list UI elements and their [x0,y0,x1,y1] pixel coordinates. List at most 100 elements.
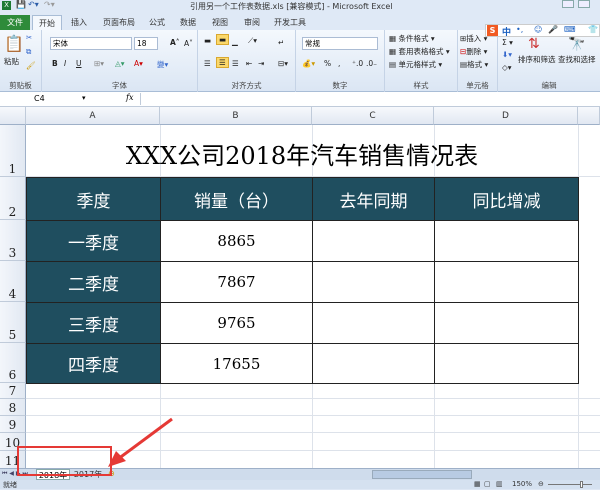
delete-cells-button[interactable]: ⊟删除 ▾ [460,46,487,57]
save-icon[interactable]: 💾 [16,0,26,9]
zoom-slider[interactable] [548,484,592,485]
tab-data[interactable]: 数据 [172,15,204,30]
keyboard-icon[interactable]: ⌨ [564,25,576,34]
tab-file[interactable]: 文件 [0,15,30,30]
normal-view-icon[interactable]: ▦ [474,480,481,488]
align-center-icon[interactable]: ☰ [216,57,229,68]
group-label: 数字 [332,81,348,90]
zoom-out-icon[interactable]: ⊖ [538,480,544,488]
tab-page-layout[interactable]: 页面布局 [96,15,142,30]
group-label: 单元格 [466,81,489,90]
format-painter-icon[interactable]: 🖌 [26,61,36,70]
worksheet-grid[interactable]: A B C D 1 2 3 4 5 6 7 8 9 10 11 XXX公司201… [0,107,600,468]
cell-styles-icon: ▤ [389,60,397,69]
horizontal-scrollbar[interactable] [372,470,472,479]
ime-lang[interactable]: 中 [502,25,511,38]
paste-button[interactable]: 粘贴 [4,56,19,67]
mic-icon[interactable]: 🎤 [548,25,558,34]
border-icon[interactable]: ⊞▾ [94,59,104,68]
tab-home[interactable]: 开始 [32,15,62,30]
fill-icon[interactable]: ⬇▾ [502,50,512,59]
conditional-format-label: 条件格式 ▾ [398,34,435,43]
format-cells-button[interactable]: ▤格式 ▾ [460,59,488,70]
tab-review[interactable]: 审阅 [236,15,268,30]
orientation-icon[interactable]: ⟋▾ [248,36,257,46]
tab-view[interactable]: 视图 [204,15,236,30]
font-size-select[interactable]: 18 [134,37,158,50]
zoom-level[interactable]: 150% [512,480,532,488]
autosum-button[interactable]: Σ ▾ [502,38,513,47]
skin-icon[interactable]: 👕 [588,25,598,34]
currency-icon[interactable]: 💰▾ [302,59,315,68]
phonetic-icon[interactable]: 變▾ [157,59,168,70]
tab-formulas[interactable]: 公式 [142,15,172,30]
font-color-icon[interactable]: A▾ [134,59,143,68]
align-top-icon[interactable]: ▬ [204,36,211,45]
bold-button[interactable]: B [52,59,58,68]
cell-styles-button[interactable]: ▤ 单元格样式 ▾ [389,59,442,70]
font-name-select[interactable]: 宋体 [50,37,132,50]
emoji-icon[interactable]: ☺ [534,25,542,34]
restore-button[interactable] [578,0,590,8]
minimize-button[interactable] [562,0,574,8]
annotation-arrow [108,417,173,467]
align-middle-icon[interactable]: ▬ [216,34,230,45]
zoom-slider-thumb[interactable] [580,481,583,488]
underline-button[interactable]: U [76,59,82,68]
insert-cells-button[interactable]: ⊞插入 ▾ [460,33,487,44]
align-right-icon[interactable]: ☰ [232,59,239,68]
sogou-icon[interactable]: S [487,25,498,36]
redo-icon[interactable]: ↷▾ [44,0,55,9]
formula-bar: C4 ▾ fx [0,92,600,107]
percent-button[interactable]: % [324,59,331,68]
italic-button[interactable]: I [64,59,66,68]
increase-indent-icon[interactable]: ⇥ [258,59,264,68]
sort-filter-icon[interactable]: ⇅ [528,36,540,52]
group-styles: ▦ 条件格式 ▾ ▦ 套用表格格式 ▾ ▤ 单元格样式 ▾ 样式 [385,30,458,92]
annotation-highlight-box [17,446,112,476]
formula-input[interactable] [140,93,598,105]
title-bar: X 💾 ↶▾ ↷▾ 引用另一个工作表数据.xls [兼容模式] - Micros… [0,0,600,12]
group-font: 宋体 18 A˄ A˅ B I U ⊞▾ ◬▾ A▾ 變▾ 字体 [42,30,198,92]
cut-icon[interactable]: ✂ [26,33,32,42]
format-as-table-button[interactable]: ▦ 套用表格格式 ▾ [389,46,450,57]
page-break-view-icon[interactable]: ▥ [496,480,503,488]
paste-icon[interactable]: 📋 [4,34,24,53]
undo-icon[interactable]: ↶▾ [28,0,39,9]
page-layout-view-icon[interactable]: ▢ [484,480,491,488]
fill-color-icon[interactable]: ◬▾ [115,59,125,68]
grow-font-icon[interactable]: A˄ [170,38,180,47]
group-label: 剪贴板 [9,81,32,90]
decrease-decimal-icon[interactable]: .0₋ [366,59,377,68]
shrink-font-icon[interactable]: A˅ [184,39,193,48]
copy-icon[interactable]: ⧉ [26,47,31,57]
group-number: 常规 💰▾ % , ⁺.0 .0₋ 数字 [296,30,385,92]
group-label: 对齐方式 [231,81,262,90]
sort-filter-button[interactable]: 排序和筛选 [518,54,556,65]
decrease-indent-icon[interactable]: ⇤ [246,59,252,68]
increase-decimal-icon[interactable]: ⁺.0 [352,59,363,68]
insert-function-button[interactable]: fx [126,93,133,102]
find-icon[interactable]: 🔭 [568,36,585,52]
ribbon: 📋 粘贴 ✂ ⧉ 🖌 剪贴板 宋体 18 A˄ A˅ B I U ⊞▾ ◬▾ A… [0,30,600,92]
delete-label: 删除 ▾ [466,47,488,56]
ime-toolbar: S 中 •, ☺ 🎤 ⌨ 👕 [485,24,600,38]
comma-button[interactable]: , [338,59,340,68]
conditional-format-icon: ▦ [389,34,397,43]
ribbon-tabs: 文件 开始 插入 页面布局 公式 数据 视图 审阅 开发工具 S 中 •, ☺ … [0,12,600,38]
name-box-dropdown-icon[interactable]: ▾ [82,94,86,102]
wrap-text-icon[interactable]: ↵ [278,38,284,47]
align-bottom-icon[interactable]: ▁ [232,37,238,46]
table-icon: ▦ [389,47,397,56]
tab-insert[interactable]: 插入 [62,15,96,30]
tab-developer[interactable]: 开发工具 [268,15,312,30]
number-format-select[interactable]: 常规 [302,37,378,50]
name-box[interactable]: C4 [2,94,80,105]
merge-center-icon[interactable]: ⊟▾ [278,59,288,68]
format-label: 格式 ▾ [467,60,489,69]
conditional-format-button[interactable]: ▦ 条件格式 ▾ [389,33,435,44]
find-select-button[interactable]: 查找和选择 [558,54,596,65]
ime-punct[interactable]: •, [516,25,523,34]
align-left-icon[interactable]: ☰ [204,59,211,68]
clear-icon[interactable]: ◇▾ [502,63,512,72]
